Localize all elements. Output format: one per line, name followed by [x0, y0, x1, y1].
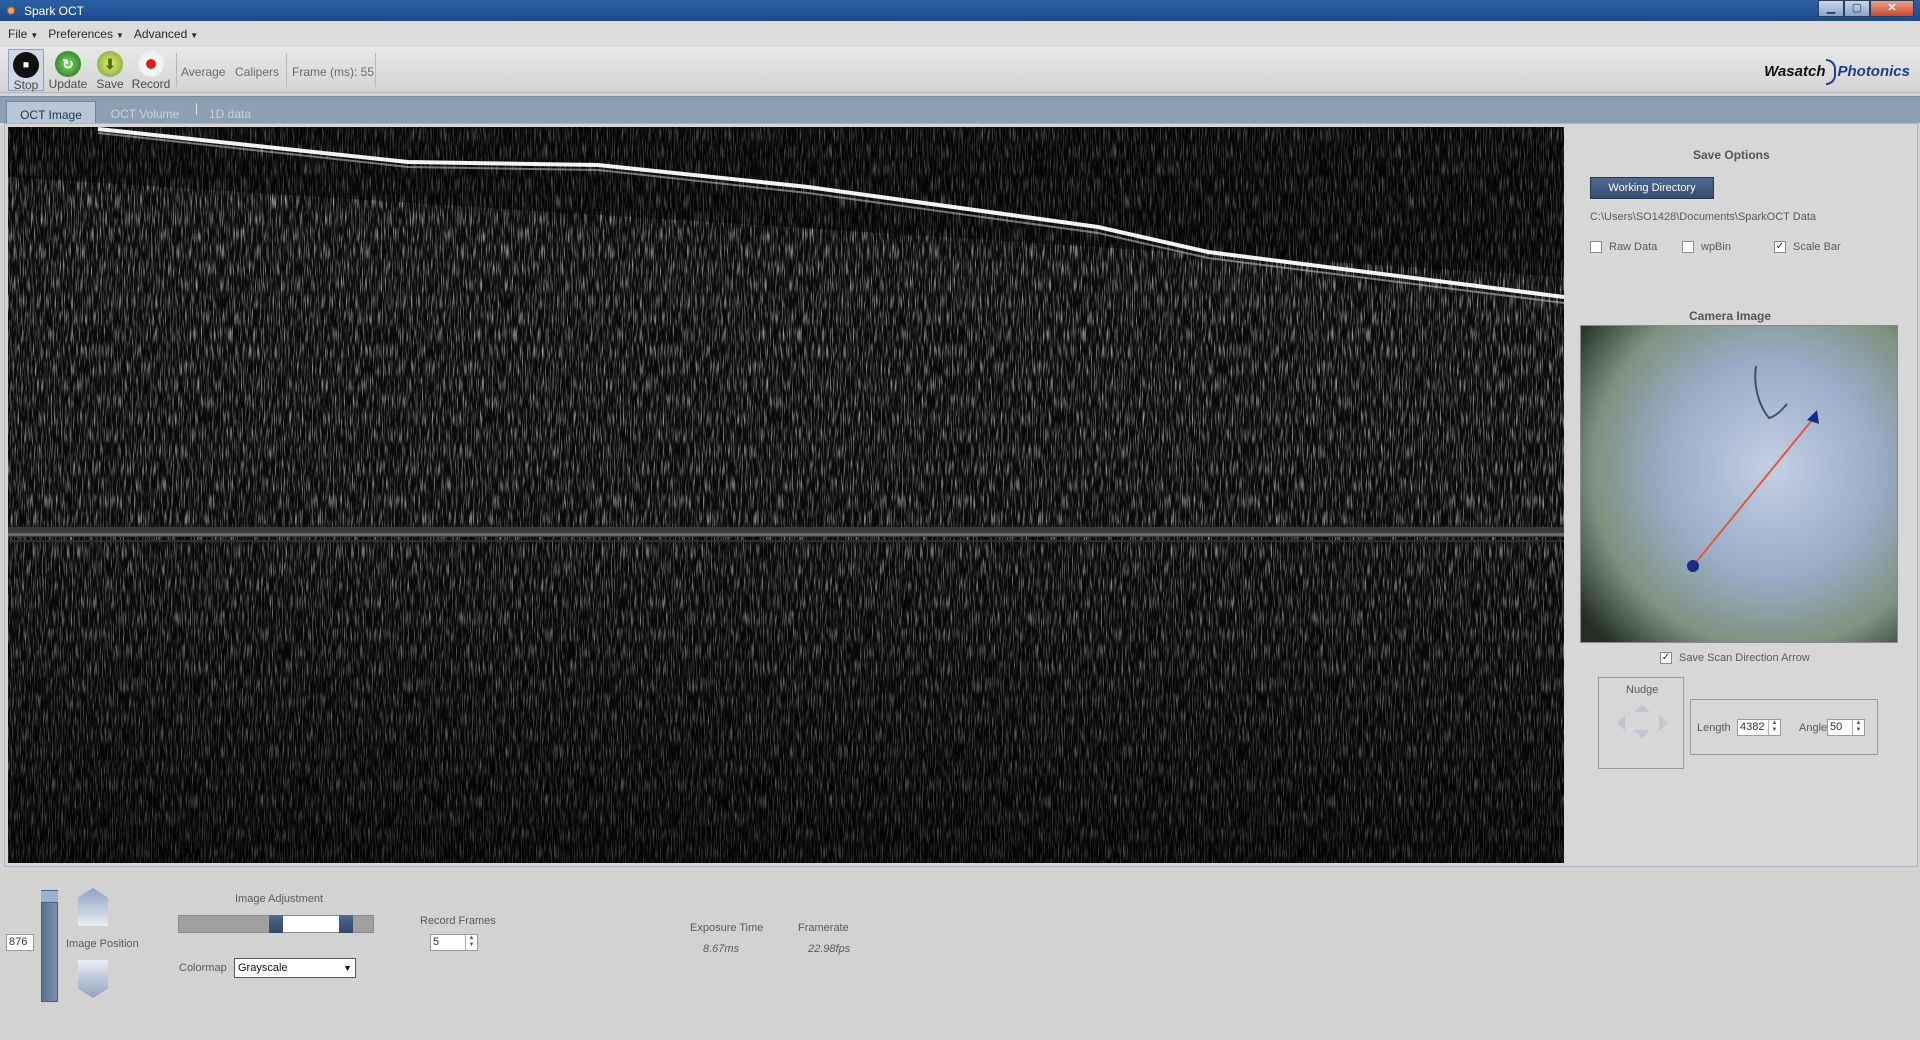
angle-stepper[interactable]: 50 ▲ ▼	[1827, 719, 1865, 736]
record-label: Record	[131, 77, 171, 91]
oct-bscan-svg	[8, 127, 1564, 863]
framerate-label: Framerate	[798, 922, 849, 934]
nudge-down-icon[interactable]	[1634, 730, 1650, 746]
stepper-arrows-icon[interactable]: ▲ ▼	[1852, 720, 1864, 735]
toolbar-divider	[176, 53, 177, 87]
record-button[interactable]: Record	[130, 49, 172, 91]
save-path-text: C:\Users\SO1428\Documents\SparkOCT Data	[1590, 211, 1816, 223]
minimize-button[interactable]: ▁	[1818, 0, 1844, 17]
camera-image[interactable]	[1580, 325, 1898, 643]
calipers-button[interactable]: Calipers	[235, 65, 279, 79]
title-bar: ✹ Spark OCT ▁ ▢ ✕	[0, 0, 1920, 21]
record-icon	[138, 51, 164, 77]
length-stepper[interactable]: 4382 ▲ ▼	[1737, 719, 1781, 736]
angle-label: Angle	[1799, 722, 1828, 734]
nudge-right-icon[interactable]	[1659, 715, 1675, 731]
toolbar-divider	[286, 53, 287, 87]
chevron-down-icon: ▼	[190, 31, 199, 40]
save-button[interactable]: ⬇ Save	[94, 49, 126, 91]
slider-range-fill	[275, 916, 347, 932]
scale-bar-checkbox[interactable]: ✓ Scale Bar	[1774, 241, 1841, 253]
maximize-button[interactable]: ▢	[1844, 0, 1870, 17]
exposure-time-label: Exposure Time	[690, 922, 764, 934]
image-adjustment-label: Image Adjustment	[235, 893, 324, 905]
checkbox-box	[1590, 241, 1602, 253]
save-label: Save	[96, 77, 124, 91]
download-icon: ⬇	[97, 51, 123, 77]
bottom-controls: 876 Image Position Image Adjustment Colo…	[0, 870, 1920, 1040]
chevron-down-icon: ▼	[115, 31, 124, 40]
spark-app-icon: ✹	[6, 3, 17, 18]
wasatch-photonics-logo: Wasatch Photonics	[1764, 59, 1910, 85]
save-options-title: Save Options	[1693, 148, 1770, 162]
menu-file[interactable]: File ▼	[8, 27, 38, 41]
slider-min-handle[interactable]	[269, 915, 283, 933]
image-position-slider[interactable]	[41, 890, 58, 1002]
stop-label: Stop	[13, 78, 39, 92]
update-button[interactable]: ↻ Update	[48, 49, 88, 91]
check-icon: ✓	[1774, 241, 1786, 253]
average-button[interactable]: Average	[181, 65, 225, 79]
right-panel: Save Options Working Directory C:\Users\…	[1566, 127, 1916, 863]
position-up-button[interactable]	[78, 888, 108, 926]
raw-data-checkbox[interactable]: Raw Data	[1590, 241, 1657, 253]
slider-thumb[interactable]	[41, 891, 58, 903]
framerate-value: 22.98fps	[808, 943, 851, 955]
menu-bar: File ▼ Preferences ▼ Advanced ▼	[0, 21, 1920, 47]
update-label: Update	[48, 77, 88, 91]
stepper-arrows-icon[interactable]: ▲ ▼	[1768, 720, 1780, 735]
oct-bscan-image[interactable]	[8, 127, 1564, 863]
nudge-left-icon[interactable]	[1609, 715, 1625, 731]
image-position-input[interactable]: 876	[6, 934, 34, 951]
nudge-group: Nudge	[1598, 677, 1684, 769]
colormap-select[interactable]: Grayscale ▼	[234, 958, 356, 978]
tab-1d-data[interactable]: 1D data	[200, 101, 260, 124]
frame-ms-readout: Frame (ms): 55	[292, 65, 375, 79]
save-scan-direction-arrow-checkbox[interactable]: ✓ Save Scan Direction Arrow	[1660, 652, 1810, 664]
working-directory-button[interactable]: Working Directory	[1590, 177, 1714, 199]
chevron-down-icon: ▼	[30, 31, 39, 40]
scan-parameters-group: Length 4382 ▲ ▼ Angle 50 ▲ ▼	[1690, 699, 1878, 755]
length-label: Length	[1697, 722, 1731, 734]
image-adjustment-slider[interactable]	[178, 915, 374, 933]
nudge-up-icon[interactable]	[1634, 696, 1650, 712]
toolbar-divider	[375, 53, 376, 87]
refresh-icon: ↻	[55, 51, 81, 77]
window-controls: ▁ ▢ ✕	[1818, 0, 1914, 17]
tab-oct-volume[interactable]: OCT Volume	[100, 101, 190, 124]
checkbox-box	[1682, 241, 1694, 253]
exposure-time-value: 8.67ms	[703, 943, 740, 955]
record-frames-stepper[interactable]: 5 ▲ ▼	[430, 934, 478, 951]
menu-advanced[interactable]: Advanced ▼	[134, 27, 198, 41]
image-position-label: Image Position	[66, 938, 139, 950]
camera-image-title: Camera Image	[1689, 309, 1772, 323]
tab-strip: OCT Image OCT Volume 1D data	[0, 96, 1920, 124]
check-icon: ✓	[1660, 652, 1672, 664]
toolbar: ⏹ Stop ↻ Update ⬇ Save Record Average Ca…	[0, 47, 1920, 93]
stop-button[interactable]: ⏹ Stop	[8, 49, 44, 92]
tab-oct-image[interactable]: OCT Image	[6, 101, 96, 124]
close-button[interactable]: ✕	[1870, 0, 1914, 17]
position-down-button[interactable]	[78, 960, 108, 998]
stepper-arrows-icon[interactable]: ▲ ▼	[465, 935, 477, 950]
window-title: Spark OCT	[24, 3, 85, 18]
wpbin-checkbox[interactable]: wpBin	[1682, 241, 1731, 253]
chevron-down-icon: ▼	[343, 963, 352, 973]
record-frames-label: Record Frames	[420, 915, 496, 927]
scan-start-point[interactable]	[1687, 560, 1699, 572]
menu-preferences[interactable]: Preferences ▼	[48, 27, 124, 41]
nudge-title: Nudge	[1626, 684, 1659, 696]
tab-divider	[196, 103, 197, 115]
slider-max-handle[interactable]	[339, 915, 353, 933]
camera-image-svg	[1581, 326, 1897, 642]
stop-icon: ⏹	[13, 52, 39, 78]
colormap-label: Colormap	[179, 962, 227, 974]
